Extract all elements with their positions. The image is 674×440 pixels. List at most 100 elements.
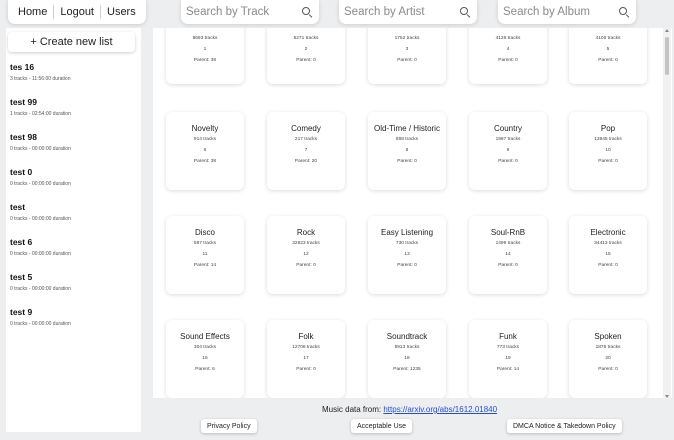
main-scrollbar[interactable]	[663, 28, 671, 400]
playlist-name: test 99	[10, 97, 37, 107]
scroll-up-icon[interactable]	[665, 29, 669, 32]
playlist-item[interactable]: test 0 0 tracks - 00:00:00 duration	[6, 167, 141, 188]
genre-card[interactable]: 1752 tracks 3 Parent: 0	[368, 28, 446, 84]
genre-name: Electronic	[590, 228, 626, 237]
genre-track-count: 32923 tracks	[292, 241, 320, 246]
scroll-thumb[interactable]	[665, 37, 669, 75]
genre-track-count: 5271 tracks	[293, 36, 319, 41]
genre-card[interactable]: Novelty 914 tracks 6 Parent: 38	[166, 112, 244, 190]
genre-id: 12	[303, 252, 309, 257]
artist-search-input[interactable]	[344, 6, 448, 18]
genre-parent: Parent: 0	[498, 263, 518, 268]
genre-track-count: 730 tracks	[395, 241, 419, 246]
genre-id: 3	[405, 47, 409, 52]
album-search-input[interactable]	[503, 6, 607, 18]
genre-card[interactable]: Folk 12706 tracks 17 Parent: 0	[267, 320, 345, 398]
search-icon[interactable]	[618, 6, 630, 19]
genre-name: Spoken	[594, 332, 622, 341]
genre-card[interactable]: Funk 773 tracks 19 Parent: 14	[469, 320, 547, 398]
genre-track-count: 587 tracks	[193, 241, 217, 246]
genre-parent: Parent: 0	[397, 159, 417, 164]
genre-card[interactable]: Comedy 217 tracks 7 Parent: 20	[267, 112, 345, 190]
playlist-item[interactable]: test 6 0 tracks - 00:00:00 duration	[6, 237, 141, 258]
playlist-meta: 1 tracks - 02:54:00 duration	[10, 111, 71, 117]
logout-button[interactable]: Logout	[53, 5, 100, 19]
genre-card[interactable]: Electronic 34413 tracks 15 Parent: 0	[569, 216, 647, 294]
genre-parent: Parent: 0	[498, 159, 518, 164]
genre-parent: Parent: 14	[193, 263, 217, 268]
genre-id: 20	[605, 356, 611, 361]
playlist-meta: 3 tracks - 11:56:00 duration	[10, 76, 71, 82]
genre-name: Easy Listening	[380, 228, 434, 237]
genre-parent: Parent: 38	[193, 58, 217, 63]
playlist-item[interactable]: test 99 1 tracks - 02:54:00 duration	[6, 97, 141, 118]
genre-card[interactable]: Easy Listening 730 tracks 13 Parent: 0	[368, 216, 446, 294]
genre-track-count: 13845 tracks	[594, 137, 622, 142]
genre-card[interactable]: Soundtrack 5913 tracks 18 Parent: 1235	[368, 320, 446, 398]
genre-id: 13	[404, 252, 410, 257]
playlist-item[interactable]: test 98 0 tracks - 00:00:00 duration	[6, 132, 141, 153]
genre-parent: Parent: 0	[598, 263, 618, 268]
genre-id: 5	[606, 47, 610, 52]
playlist-sidebar: + Create new list tes 16 3 tracks - 11:56…	[6, 28, 141, 432]
genre-id: 6	[203, 148, 207, 153]
genre-card[interactable]: Rock 32923 tracks 12 Parent: 0	[267, 216, 345, 294]
playlist-meta: 0 tracks - 00:00:00 duration	[10, 286, 71, 292]
genre-card[interactable]: Sound Effects 304 tracks 16 Parent: 6	[166, 320, 244, 398]
genre-parent: Parent: 0	[598, 159, 618, 164]
genre-card[interactable]: 4106 tracks 5 Parent: 0	[569, 28, 647, 84]
acceptable-use-button[interactable]: Acceptable Use	[351, 419, 413, 433]
genre-id: 7	[304, 148, 308, 153]
playlist-meta: 0 tracks - 00:00:00 duration	[10, 146, 71, 152]
genre-card[interactable]: Pop 13845 tracks 10 Parent: 0	[569, 112, 647, 190]
playlist-name: test 9	[10, 307, 33, 317]
genre-track-count: 773 tracks	[496, 345, 520, 350]
create-list-button[interactable]: + Create new list	[8, 32, 135, 52]
genre-track-count: 5913 tracks	[394, 345, 420, 350]
genre-parent: Parent: 0	[397, 263, 417, 268]
genre-track-count: 914 tracks	[193, 137, 217, 142]
users-button[interactable]: Users	[100, 5, 142, 19]
playlist-meta: 0 tracks - 00:00:00 duration	[10, 321, 71, 327]
playlist-name: test 98	[10, 132, 37, 142]
privacy-policy-button[interactable]: Privacy Policy	[201, 419, 257, 433]
playlist-item[interactable]: test 5 0 tracks - 00:00:00 duration	[6, 272, 141, 293]
genre-name: Old-Time / Historic	[374, 124, 440, 133]
genre-track-count: 12706 tracks	[292, 345, 320, 350]
music-data-prefix: Music data from:	[322, 405, 384, 414]
genre-id: 4	[506, 47, 510, 52]
track-search-input[interactable]	[186, 6, 290, 18]
genre-parent: Parent: 0	[598, 367, 618, 372]
playlist-name: test 5	[10, 272, 33, 282]
genre-parent: Parent: 0	[296, 367, 316, 372]
genre-card[interactable]: Old-Time / Historic 868 tracks 8 Parent: 0	[368, 112, 446, 190]
scroll-down-icon[interactable]	[665, 395, 669, 398]
playlist-item[interactable]: test 9 0 tracks - 00:00:00 duration	[6, 307, 141, 328]
genre-track-count: 4106 tracks	[595, 36, 621, 41]
genre-card[interactable]: 4126 tracks 4 Parent: 0	[469, 28, 547, 84]
dmca-button[interactable]: DMCA Notice & Takedown Policy	[507, 419, 622, 433]
genre-name: Pop	[600, 124, 616, 133]
search-icon[interactable]	[301, 6, 313, 19]
genre-card[interactable]: Spoken 1876 tracks 20 Parent: 0	[569, 320, 647, 398]
playlist-item[interactable]: test 0 tracks - 00:00:00 duration	[6, 202, 141, 223]
genre-parent: Parent: 14	[496, 367, 520, 372]
genre-card[interactable]: Disco 587 tracks 11 Parent: 14	[166, 216, 244, 294]
genre-card[interactable]: Soul-RnB 1499 tracks 14 Parent: 0	[469, 216, 547, 294]
genre-id: 16	[202, 356, 208, 361]
genre-id: 8	[405, 148, 409, 153]
music-data-link[interactable]: https://arxiv.org/abs/1612.01840	[383, 405, 497, 414]
playlist-name: test 6	[10, 237, 33, 247]
playlist-name: test 0	[10, 167, 33, 177]
genre-name: Soundtrack	[386, 332, 428, 341]
home-button[interactable]: Home	[12, 5, 53, 19]
genre-track-count: 34413 tracks	[594, 241, 622, 246]
playlist-item[interactable]: tes 16 3 tracks - 11:56:00 duration	[6, 62, 141, 83]
genre-card[interactable]: Country 1987 tracks 9 Parent: 0	[469, 112, 547, 190]
search-icon[interactable]	[459, 6, 471, 19]
genre-card[interactable]: 8693 tracks 1 Parent: 38	[166, 28, 244, 84]
genre-card[interactable]: 5271 tracks 2 Parent: 0	[267, 28, 345, 84]
genre-name: Comedy	[291, 124, 321, 133]
playlist-meta: 0 tracks - 00:00:00 duration	[10, 251, 71, 257]
genre-track-count: 1752 tracks	[394, 36, 420, 41]
